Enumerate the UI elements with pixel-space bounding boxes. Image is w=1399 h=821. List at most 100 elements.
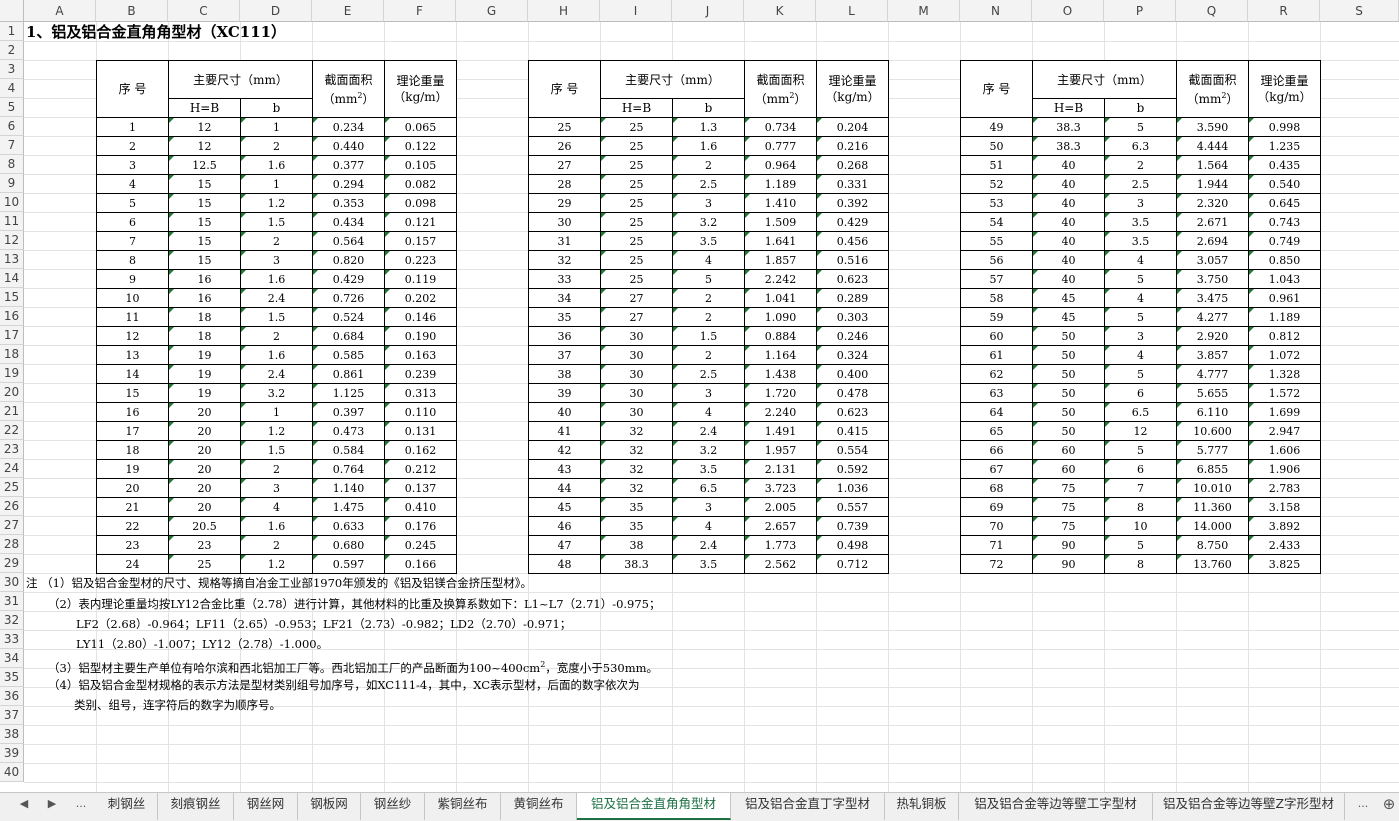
table-cell[interactable]: 45 <box>1032 307 1105 327</box>
table-cell[interactable]: 5.655 <box>1176 383 1249 403</box>
table-cell[interactable]: 6.5 <box>1104 402 1177 422</box>
sheet-tab[interactable]: 钢板网 <box>298 793 361 820</box>
table-cell[interactable]: 2.242 <box>744 269 817 289</box>
table-cell[interactable]: 2.5 <box>672 364 745 384</box>
table-cell[interactable]: 11.360 <box>1176 497 1249 517</box>
table-cell[interactable]: 1.189 <box>1248 307 1321 327</box>
column-header[interactable]: K <box>744 0 816 22</box>
table-cell[interactable]: 1.699 <box>1248 402 1321 422</box>
table-cell[interactable]: 25 <box>600 117 673 137</box>
table-cell[interactable]: 3 <box>240 478 313 498</box>
table-cell[interactable]: 70 <box>960 516 1033 536</box>
table-cell[interactable]: 1.641 <box>744 231 817 251</box>
table-cell[interactable]: 2.5 <box>1104 174 1177 194</box>
table-cell[interactable]: 0.998 <box>1248 117 1321 137</box>
table-cell[interactable]: 5.777 <box>1176 440 1249 460</box>
table-cell[interactable]: 3.5 <box>672 231 745 251</box>
table-cell[interactable]: 0.440 <box>312 136 385 156</box>
scroll-tabs-left-icon[interactable]: ◀ <box>14 793 34 820</box>
table-cell[interactable]: 4 <box>1104 345 1177 365</box>
table-cell[interactable]: 3.475 <box>1176 288 1249 308</box>
row-header[interactable]: 20 <box>0 383 24 402</box>
table-cell[interactable]: 0.597 <box>312 554 385 574</box>
table-cell[interactable]: 75 <box>1032 516 1105 536</box>
table-cell[interactable]: 46 <box>528 516 601 536</box>
table-cell[interactable]: 1.944 <box>1176 174 1249 194</box>
table-cell[interactable]: 22 <box>96 516 169 536</box>
column-header[interactable]: E <box>312 0 384 22</box>
table-cell[interactable]: 0.392 <box>816 193 889 213</box>
table-cell[interactable]: 1.036 <box>816 478 889 498</box>
row-header[interactable]: 9 <box>0 174 24 193</box>
column-header[interactable]: H <box>528 0 600 22</box>
table-cell[interactable]: 0.564 <box>312 231 385 251</box>
column-header[interactable]: J <box>672 0 744 22</box>
table-cell[interactable]: 71 <box>960 535 1033 555</box>
table-cell[interactable]: 1.6 <box>240 345 313 365</box>
table-cell[interactable]: 0.712 <box>816 554 889 574</box>
table-cell[interactable]: 56 <box>960 250 1033 270</box>
table-cell[interactable]: 1.572 <box>1248 383 1321 403</box>
table-cell[interactable]: 25 <box>600 212 673 232</box>
table-cell[interactable]: 69 <box>960 497 1033 517</box>
table-cell[interactable]: 0.131 <box>384 421 457 441</box>
sheet-tab[interactable]: 铝及铝合金直角角型材 <box>577 793 731 820</box>
table-cell[interactable]: 6.110 <box>1176 402 1249 422</box>
table-cell[interactable]: 2 <box>240 231 313 251</box>
table-cell[interactable]: 0.623 <box>816 402 889 422</box>
more-tabs-left-button[interactable]: ... <box>68 793 94 820</box>
table-cell[interactable]: 23 <box>168 535 241 555</box>
row-header[interactable]: 37 <box>0 706 24 725</box>
select-all-corner[interactable] <box>0 0 24 22</box>
table-cell[interactable]: 20 <box>168 497 241 517</box>
header-hb[interactable]: H=B <box>1032 98 1105 118</box>
table-cell[interactable]: 15 <box>168 174 241 194</box>
table-cell[interactable]: 1.491 <box>744 421 817 441</box>
table-cell[interactable]: 19 <box>168 345 241 365</box>
table-cell[interactable]: 6.3 <box>1104 136 1177 156</box>
table-cell[interactable]: 4.444 <box>1176 136 1249 156</box>
table-cell[interactable]: 0.065 <box>384 117 457 137</box>
table-cell[interactable]: 0.353 <box>312 193 385 213</box>
table-cell[interactable]: 1.6 <box>240 155 313 175</box>
table-cell[interactable]: 1.140 <box>312 478 385 498</box>
table-cell[interactable]: 2.433 <box>1248 535 1321 555</box>
table-cell[interactable]: 0.082 <box>384 174 457 194</box>
table-cell[interactable]: 0.429 <box>312 269 385 289</box>
table-cell[interactable]: 0.245 <box>384 535 457 555</box>
table-cell[interactable]: 6.5 <box>672 478 745 498</box>
table-cell[interactable]: 1.5 <box>240 212 313 232</box>
table-cell[interactable]: 0.524 <box>312 307 385 327</box>
table-cell[interactable]: 7 <box>96 231 169 251</box>
header-hb[interactable]: H=B <box>168 98 241 118</box>
table-cell[interactable]: 30 <box>600 326 673 346</box>
table-cell[interactable]: 10.010 <box>1176 478 1249 498</box>
table-cell[interactable]: 0.429 <box>816 212 889 232</box>
table-cell[interactable]: 18 <box>168 307 241 327</box>
table-cell[interactable]: 5 <box>1104 535 1177 555</box>
table-cell[interactable]: 39 <box>528 383 601 403</box>
table-cell[interactable]: 25 <box>600 193 673 213</box>
table-cell[interactable]: 21 <box>96 497 169 517</box>
table-cell[interactable]: 75 <box>1032 497 1105 517</box>
header-b[interactable]: b <box>240 98 313 118</box>
table-cell[interactable]: 40 <box>528 402 601 422</box>
table-cell[interactable]: 2.920 <box>1176 326 1249 346</box>
row-header[interactable]: 1 <box>0 22 24 41</box>
table-cell[interactable]: 3.5 <box>1104 212 1177 232</box>
table-cell[interactable]: 15 <box>168 193 241 213</box>
table-cell[interactable]: 3 <box>672 497 745 517</box>
table-cell[interactable]: 3.857 <box>1176 345 1249 365</box>
table-cell[interactable]: 6 <box>1104 383 1177 403</box>
row-header[interactable]: 2 <box>0 41 24 60</box>
table-cell[interactable]: 30 <box>600 345 673 365</box>
table-cell[interactable]: 34 <box>528 288 601 308</box>
row-header[interactable]: 19 <box>0 364 24 383</box>
table-cell[interactable]: 1.6 <box>240 516 313 536</box>
table-cell[interactable]: 15 <box>96 383 169 403</box>
table-cell[interactable]: 35 <box>528 307 601 327</box>
table-cell[interactable]: 13.760 <box>1176 554 1249 574</box>
table-cell[interactable]: 0.246 <box>816 326 889 346</box>
table-cell[interactable]: 0.456 <box>816 231 889 251</box>
row-header[interactable]: 34 <box>0 649 24 668</box>
